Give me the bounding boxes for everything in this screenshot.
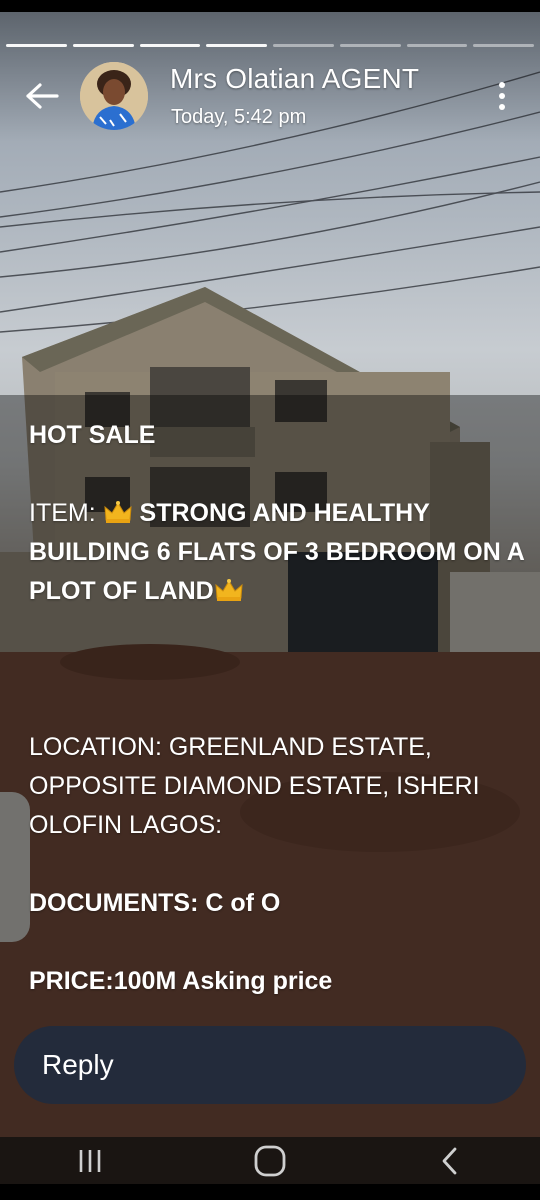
caption-item-prefix: ITEM: bbox=[29, 499, 103, 527]
crown-icon bbox=[104, 501, 132, 523]
home-icon bbox=[254, 1145, 286, 1176]
reply-field[interactable]: Reply bbox=[14, 1026, 526, 1104]
more-vertical-icon-dot bbox=[499, 104, 505, 110]
recents-button[interactable] bbox=[60, 1141, 120, 1181]
nav-back-icon bbox=[442, 1147, 457, 1174]
profile-photo bbox=[80, 62, 148, 130]
progress-segment bbox=[206, 44, 267, 47]
arrow-left-icon bbox=[26, 83, 59, 109]
story-caption: HOT SALE ITEM: STRONG AND HEALTHY BUILDI… bbox=[29, 416, 529, 1001]
back-button[interactable] bbox=[22, 78, 62, 114]
nav-back-button[interactable] bbox=[420, 1141, 480, 1181]
crown-icon bbox=[215, 579, 243, 601]
avatar[interactable] bbox=[80, 62, 148, 130]
more-vertical-icon bbox=[499, 82, 505, 88]
progress-segment bbox=[339, 44, 401, 47]
home-button[interactable] bbox=[240, 1141, 300, 1181]
progress-segment bbox=[406, 44, 468, 47]
story-viewer: Mrs Olatian AGENT Today, 5:42 pm HOT SAL… bbox=[0, 0, 540, 1200]
story-progress-bar bbox=[6, 44, 534, 48]
more-options-button[interactable] bbox=[488, 78, 516, 114]
poster-name[interactable]: Mrs Olatian AGENT bbox=[170, 63, 419, 95]
progress-segment bbox=[273, 44, 334, 47]
caption-documents: DOCUMENTS: C of O bbox=[29, 889, 281, 917]
post-timestamp: Today, 5:42 pm bbox=[171, 106, 307, 128]
progress-segment bbox=[473, 44, 534, 47]
caption-headline: HOT SALE bbox=[29, 421, 156, 449]
more-vertical-icon-dot bbox=[499, 93, 505, 99]
progress-segment bbox=[72, 44, 134, 47]
reply-label: Reply bbox=[42, 1049, 114, 1080]
caption-item: ITEM: STRONG AND HEALTHY BUILDING 6 FLAT… bbox=[29, 494, 529, 611]
caption-location: LOCATION: GREENLAND ESTATE, OPPOSITE DIA… bbox=[29, 733, 480, 839]
bottom-edge bbox=[0, 1184, 540, 1200]
caption-price: PRICE:100M Asking price bbox=[29, 967, 333, 995]
progress-segment bbox=[6, 44, 67, 47]
progress-segment bbox=[139, 44, 201, 47]
system-nav-bar bbox=[0, 1137, 540, 1184]
recents-icon bbox=[79, 1149, 101, 1172]
